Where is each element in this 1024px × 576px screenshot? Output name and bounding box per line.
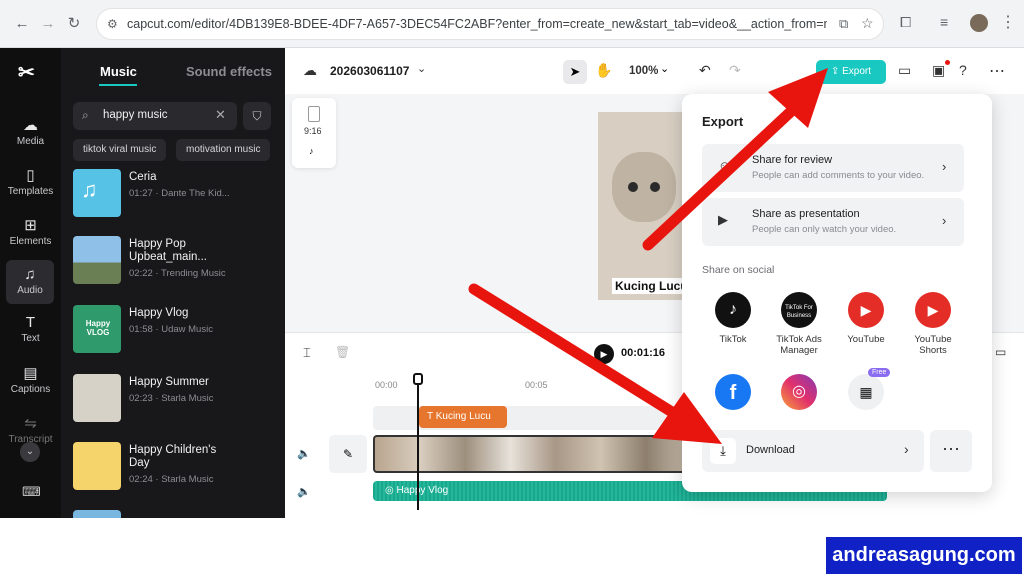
watermark: andreasagung.com <box>826 537 1022 574</box>
arrow-to-download <box>468 283 722 444</box>
annotation-arrows <box>468 68 828 444</box>
arrow-to-export <box>642 68 828 251</box>
